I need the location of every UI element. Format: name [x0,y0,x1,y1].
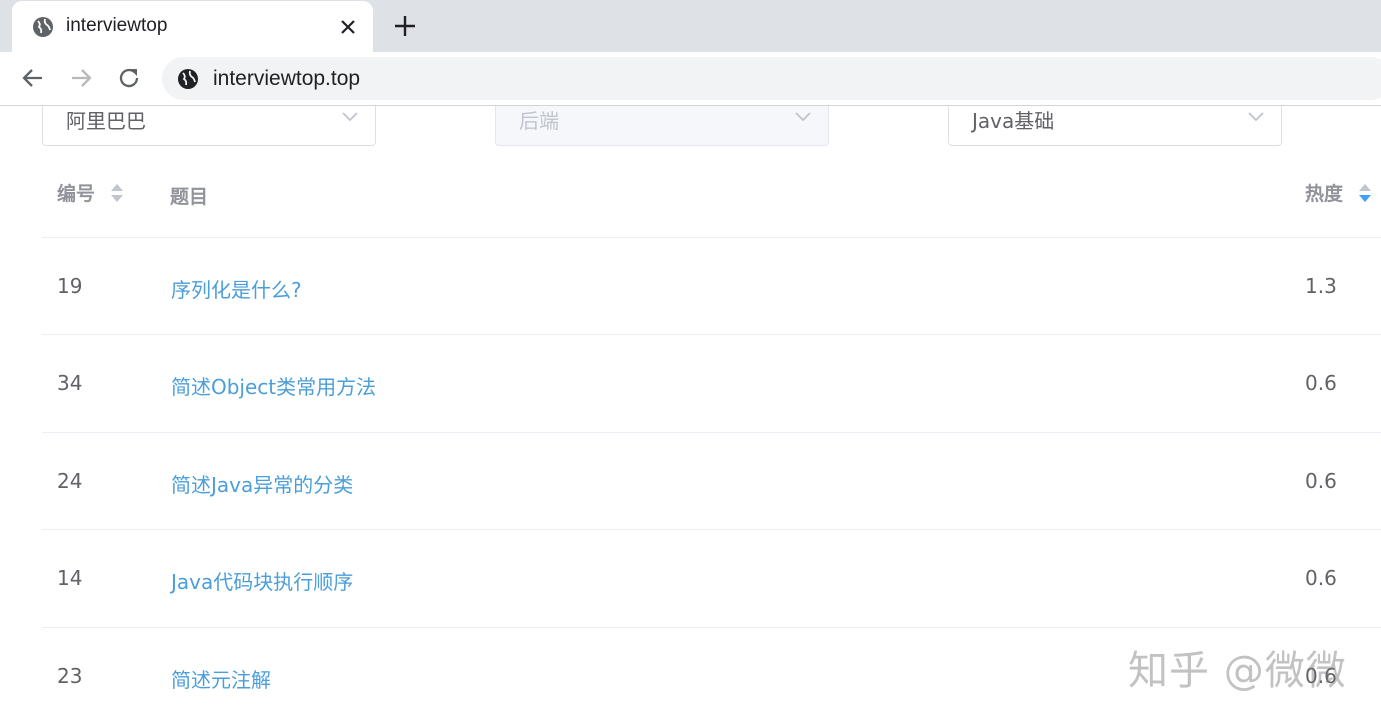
row-id: 23 [57,664,83,688]
tab-title: interviewtop [66,15,168,36]
company-select-value: 阿里巴巴 [66,109,146,133]
column-header-id[interactable]: 编号 [57,179,95,206]
browser-tab[interactable]: interviewtop [12,1,373,52]
tab-strip: interviewtop [0,0,1381,52]
row-heat: 0.6 [1305,371,1337,395]
reload-icon[interactable] [116,65,142,91]
row-id: 34 [57,371,83,395]
topic-select-value: Java基础 [972,109,1055,133]
address-bar[interactable]: interviewtop.top [162,57,1381,100]
new-tab-plus-icon[interactable] [392,13,418,39]
table-row: 34 简述Object类常用方法 0.6 [42,334,1381,432]
chevron-down-icon [1248,112,1264,122]
browser-toolbar: interviewtop.top [0,52,1381,106]
sort-caret-icon[interactable] [1358,182,1372,204]
question-link[interactable]: 简述元注解 [171,664,271,693]
sort-caret-icon[interactable] [110,182,124,204]
row-id: 24 [57,469,83,493]
table-row: 24 简述Java异常的分类 0.6 [42,432,1381,530]
table-row: 14 Java代码块执行顺序 0.6 [42,529,1381,627]
question-link[interactable]: 简述Object类常用方法 [171,371,376,400]
url-text: interviewtop.top [213,67,361,90]
category-select[interactable]: 后端 [495,106,829,146]
back-arrow-icon[interactable] [20,65,46,91]
topic-select[interactable]: Java基础 [948,106,1282,146]
column-header-question: 题目 [170,186,209,208]
row-heat: 0.6 [1305,469,1337,493]
table-row: 19 序列化是什么? 1.3 [42,237,1381,335]
page-content: 阿里巴巴 后端 Java基础 编号 题目 热度 19 序列化是什么? 1.3 3… [0,106,1381,718]
site-globe-icon [178,69,198,89]
chevron-down-icon [342,112,358,122]
question-link[interactable]: 简述Java异常的分类 [171,469,353,498]
chevron-down-icon [795,112,811,122]
watermark: 知乎 @微微 [1128,648,1347,694]
row-id: 14 [57,566,83,590]
forward-arrow-icon[interactable] [68,65,94,91]
company-select[interactable]: 阿里巴巴 [42,106,376,146]
close-icon[interactable] [336,15,360,39]
row-heat: 1.3 [1305,274,1337,298]
row-id: 19 [57,274,83,298]
row-heat: 0.6 [1305,566,1337,590]
question-link[interactable]: Java代码块执行顺序 [171,566,353,595]
question-link[interactable]: 序列化是什么? [171,274,302,303]
column-header-heat[interactable]: 热度 [1305,179,1343,206]
category-select-value: 后端 [519,109,559,133]
globe-icon [33,17,53,37]
